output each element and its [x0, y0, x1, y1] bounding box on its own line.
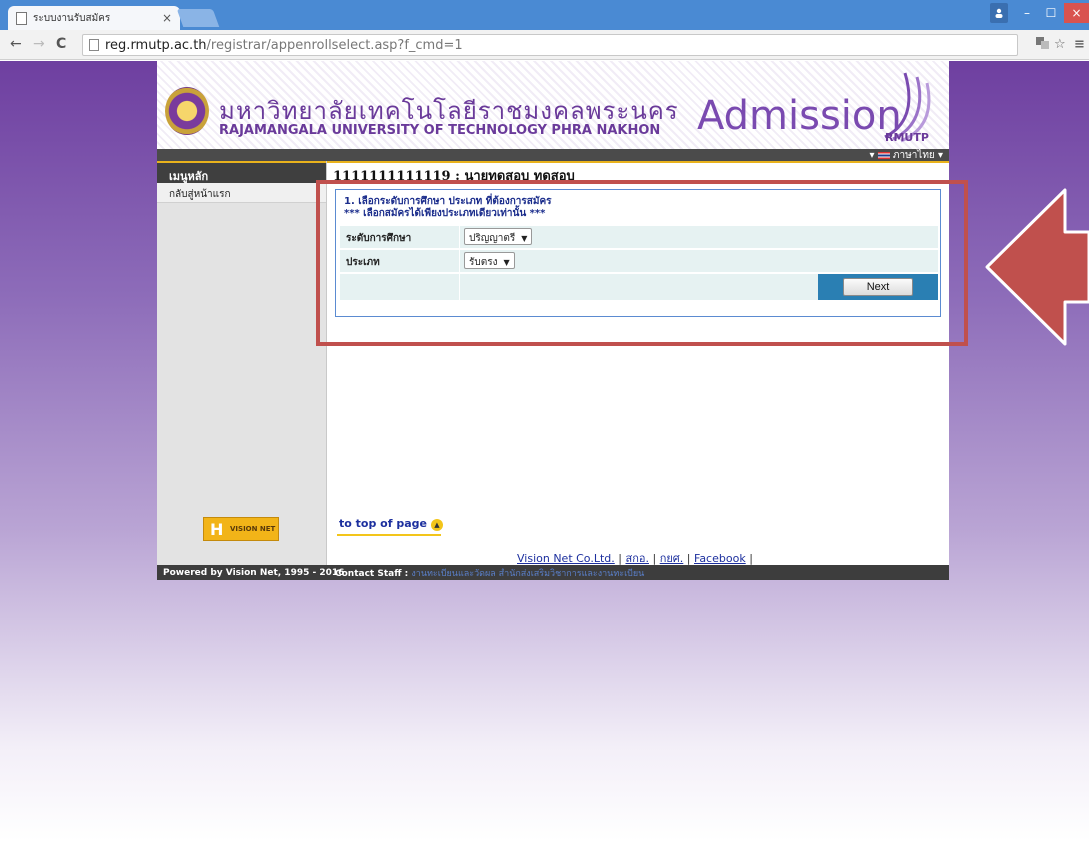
contact-staff: Contact Staff : งานทะเบียนและวัดผล สำนัก… [327, 566, 644, 580]
vision-net-logo-icon: VISION NET [230, 525, 276, 533]
site-footer: Powered by Vision Net, 1995 - 2016 Conta… [157, 565, 949, 580]
link-facebook[interactable]: Facebook [694, 552, 746, 565]
highlight-box [316, 180, 968, 346]
highlight-arrow-icon [985, 188, 1089, 346]
user-icon[interactable] [990, 3, 1008, 23]
reload-button[interactable]: C [56, 36, 66, 52]
forward-button[interactable]: → [33, 36, 45, 52]
powered-by-text: Powered by Vision Net, 1995 - 2016 [163, 567, 345, 578]
site-banner: มหาวิทยาลัยเทคโนโลยีราชมงคลพระนคร RAJAMA… [157, 61, 949, 149]
browser-tab-bar: ระบบงานรับสมัคร × – ☐ × [0, 0, 1089, 30]
bookmark-star-icon[interactable]: ☆ [1054, 37, 1066, 52]
url-host: reg.rmutp.ac.th [105, 37, 207, 53]
language-label: ภาษาไทย [892, 150, 935, 161]
link-separator: | [686, 552, 691, 565]
contact-link[interactable]: งานทะเบียนและวัดผล สำนักส่งเสริมวิชาการแ… [411, 569, 644, 579]
url-text[interactable]: reg.rmutp.ac.th/registrar/appenrollselec… [105, 38, 463, 53]
to-top-underline [337, 534, 441, 536]
to-top-link[interactable]: to top of page ▲ [339, 517, 443, 531]
link-separator: | [749, 552, 753, 565]
tab-title: ระบบงานรับสมัคร [33, 12, 111, 24]
admission-logo-text: Admission [697, 93, 902, 139]
contact-label: Contact Staff : [335, 568, 409, 579]
link-separator: | [652, 552, 657, 565]
menu-icon[interactable]: ≡ [1074, 37, 1085, 52]
new-tab-button[interactable] [176, 9, 220, 27]
page-icon [89, 39, 99, 51]
browser-toolbar: ← → C reg.rmutp.ac.th/registrar/appenrol… [0, 30, 1089, 60]
link-separator: | [618, 552, 622, 565]
sidebar: เมนูหลัก กลับสู่หน้าแรก H VISION NET [157, 161, 327, 565]
back-button[interactable]: ← [10, 36, 22, 52]
link-slf[interactable]: กยศ. [660, 552, 684, 565]
link-vision-net[interactable]: Vision Net Co.Ltd. [517, 552, 615, 565]
arrow-up-icon: ▲ [430, 519, 443, 531]
translate-icon[interactable] [1036, 37, 1050, 53]
language-bar: ▾ ภาษาไทย ▾ [157, 149, 949, 161]
page-icon [16, 11, 27, 25]
university-seal-icon [165, 87, 209, 135]
thai-flag-icon [877, 151, 890, 159]
sidebar-header: เมนูหลัก [157, 161, 326, 183]
university-name-en: RAJAMANGALA UNIVERSITY OF TECHNOLOGY PHR… [219, 123, 661, 138]
url-path: /registrar/appenrollselect.asp?f_cmd=1 [206, 37, 463, 53]
window-close-button[interactable]: × [1064, 3, 1089, 23]
vision-net-logo[interactable]: H VISION NET [203, 517, 279, 541]
minimize-button[interactable]: – [1018, 3, 1036, 23]
browser-tab[interactable]: ระบบงานรับสมัคร × [8, 6, 180, 30]
link-ohec[interactable]: สกอ. [625, 552, 648, 565]
maximize-button[interactable]: ☐ [1042, 3, 1060, 23]
to-top-label: to top of page [339, 517, 427, 530]
sidebar-item-home[interactable]: กลับสู่หน้าแรก [157, 183, 326, 203]
admission-sub-text: RMUTP [885, 131, 929, 144]
vision-net-logo-icon: H [210, 520, 224, 539]
address-bar[interactable]: reg.rmutp.ac.th/registrar/appenrollselec… [82, 34, 1018, 56]
tab-close-icon[interactable]: × [162, 11, 172, 25]
